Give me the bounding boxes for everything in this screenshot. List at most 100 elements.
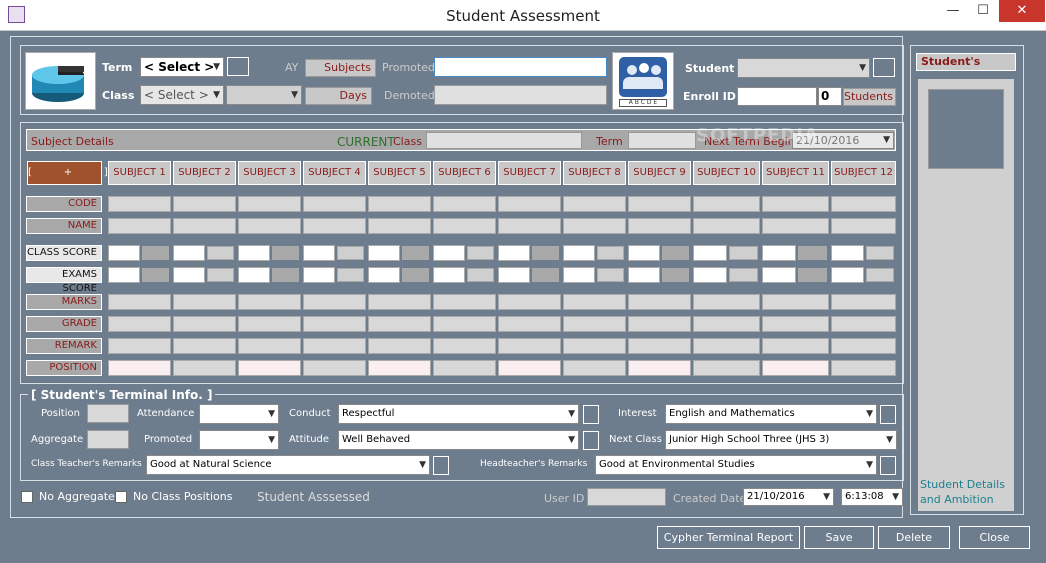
cell-code-2[interactable]: [173, 196, 236, 212]
attitude-square-button[interactable]: [583, 431, 599, 450]
cell-exams-score-input-5[interactable]: [368, 267, 400, 283]
cell-grade-7[interactable]: [498, 316, 561, 332]
cell-remark-5[interactable]: [368, 338, 431, 354]
cell-code-10[interactable]: [693, 196, 760, 212]
cell-grade-3[interactable]: [238, 316, 301, 332]
cell-class-score-input-11[interactable]: [762, 245, 796, 261]
subject-header-7[interactable]: SUBJECT 7: [498, 161, 561, 185]
created-time-picker[interactable]: 6:13:08 ▼: [841, 488, 903, 506]
cell-remark-11[interactable]: [762, 338, 829, 354]
cell-exams-score-input-3[interactable]: [238, 267, 270, 283]
cell-name-8[interactable]: [563, 218, 626, 234]
cell-exams-score-input-8[interactable]: [563, 267, 595, 283]
cell-exams-score-input-2[interactable]: [173, 267, 205, 283]
cell-code-6[interactable]: [433, 196, 496, 212]
cell-remark-7[interactable]: [498, 338, 561, 354]
cell-code-4[interactable]: [303, 196, 366, 212]
cell-position-2[interactable]: [173, 360, 236, 376]
cell-name-11[interactable]: [762, 218, 829, 234]
user-id-input[interactable]: [587, 488, 666, 506]
cell-exams-score-input-10[interactable]: [693, 267, 727, 283]
cell-name-5[interactable]: [368, 218, 431, 234]
current-term-input[interactable]: [628, 132, 696, 149]
cell-grade-5[interactable]: [368, 316, 431, 332]
cell-class-score-input-4[interactable]: [303, 245, 335, 261]
interest-select[interactable]: English and Mathematics ▼: [665, 404, 877, 424]
cell-marks-7[interactable]: [498, 294, 561, 310]
cell-name-7[interactable]: [498, 218, 561, 234]
student-select[interactable]: ▼: [737, 58, 870, 78]
cypher-report-button[interactable]: Cypher Terminal Report: [657, 526, 800, 549]
cell-position-10[interactable]: [693, 360, 760, 376]
cell-remark-9[interactable]: [628, 338, 691, 354]
cell-marks-6[interactable]: [433, 294, 496, 310]
cell-remark-4[interactable]: [303, 338, 366, 354]
cell-name-9[interactable]: [628, 218, 691, 234]
cell-code-3[interactable]: [238, 196, 301, 212]
cell-marks-12[interactable]: [831, 294, 896, 310]
subject-header-10[interactable]: SUBJECT 10: [693, 161, 760, 185]
delete-button[interactable]: Delete: [878, 526, 950, 549]
no-positions-checkbox[interactable]: [115, 491, 127, 503]
cell-exams-score-input-7[interactable]: [498, 267, 530, 283]
subject-header-3[interactable]: SUBJECT 3: [238, 161, 301, 185]
interest-square-button[interactable]: [880, 405, 896, 424]
cell-position-1[interactable]: [108, 360, 171, 376]
class-teacher-remarks-square-button[interactable]: [433, 456, 449, 475]
class-select[interactable]: < Select > ▼: [140, 85, 224, 105]
cell-marks-4[interactable]: [303, 294, 366, 310]
cell-grade-11[interactable]: [762, 316, 829, 332]
cell-code-1[interactable]: [108, 196, 171, 212]
created-date-picker[interactable]: 21/10/2016 ▼: [743, 488, 834, 506]
subject-header-4[interactable]: SUBJECT 4: [303, 161, 366, 185]
subject-header-2[interactable]: SUBJECT 2: [173, 161, 236, 185]
cell-code-9[interactable]: [628, 196, 691, 212]
cell-marks-2[interactable]: [173, 294, 236, 310]
cell-name-4[interactable]: [303, 218, 366, 234]
promoted-select[interactable]: ▼: [199, 430, 279, 450]
cell-marks-11[interactable]: [762, 294, 829, 310]
cell-position-4[interactable]: [303, 360, 366, 376]
close-button[interactable]: Close: [959, 526, 1030, 549]
headteacher-remarks-square-button[interactable]: [880, 456, 896, 475]
cell-exams-score-input-4[interactable]: [303, 267, 335, 283]
cell-class-score-input-12[interactable]: [831, 245, 864, 261]
cell-marks-5[interactable]: [368, 294, 431, 310]
save-button[interactable]: Save: [804, 526, 874, 549]
cell-marks-8[interactable]: [563, 294, 626, 310]
cell-class-score-input-8[interactable]: [563, 245, 595, 261]
cell-name-6[interactable]: [433, 218, 496, 234]
term-select[interactable]: < Select > ▼: [140, 57, 224, 77]
student-square-button[interactable]: [873, 58, 895, 77]
subject-header-1[interactable]: SUBJECT 1: [108, 161, 171, 185]
add-subject-button[interactable]: [ + ]: [27, 161, 108, 185]
maximize-button[interactable]: ☐: [968, 0, 998, 22]
demoted-input[interactable]: [434, 85, 607, 105]
conduct-square-button[interactable]: [583, 405, 599, 424]
cell-class-score-input-7[interactable]: [498, 245, 530, 261]
cell-name-1[interactable]: [108, 218, 171, 234]
cell-name-12[interactable]: [831, 218, 896, 234]
current-class-input[interactable]: [426, 132, 582, 149]
subject-header-12[interactable]: SUBJECT 12: [831, 161, 896, 185]
cell-position-12[interactable]: [831, 360, 896, 376]
cell-position-7[interactable]: [498, 360, 561, 376]
cell-position-9[interactable]: [628, 360, 691, 376]
cell-class-score-input-6[interactable]: [433, 245, 465, 261]
enroll-id-input[interactable]: [737, 87, 817, 106]
students-button[interactable]: Students: [843, 88, 896, 106]
cell-code-11[interactable]: [762, 196, 829, 212]
cell-grade-4[interactable]: [303, 316, 366, 332]
cell-grade-2[interactable]: [173, 316, 236, 332]
position-input[interactable]: [87, 404, 129, 423]
cell-class-score-input-9[interactable]: [628, 245, 660, 261]
subject-header-6[interactable]: SUBJECT 6: [433, 161, 496, 185]
cell-exams-score-input-9[interactable]: [628, 267, 660, 283]
cell-position-3[interactable]: [238, 360, 301, 376]
headteacher-remarks-select[interactable]: Good at Environmental Studies ▼: [595, 455, 877, 475]
promoted-input[interactable]: [434, 57, 607, 77]
cell-name-2[interactable]: [173, 218, 236, 234]
cell-code-8[interactable]: [563, 196, 626, 212]
cell-class-score-input-5[interactable]: [368, 245, 400, 261]
cell-grade-6[interactable]: [433, 316, 496, 332]
